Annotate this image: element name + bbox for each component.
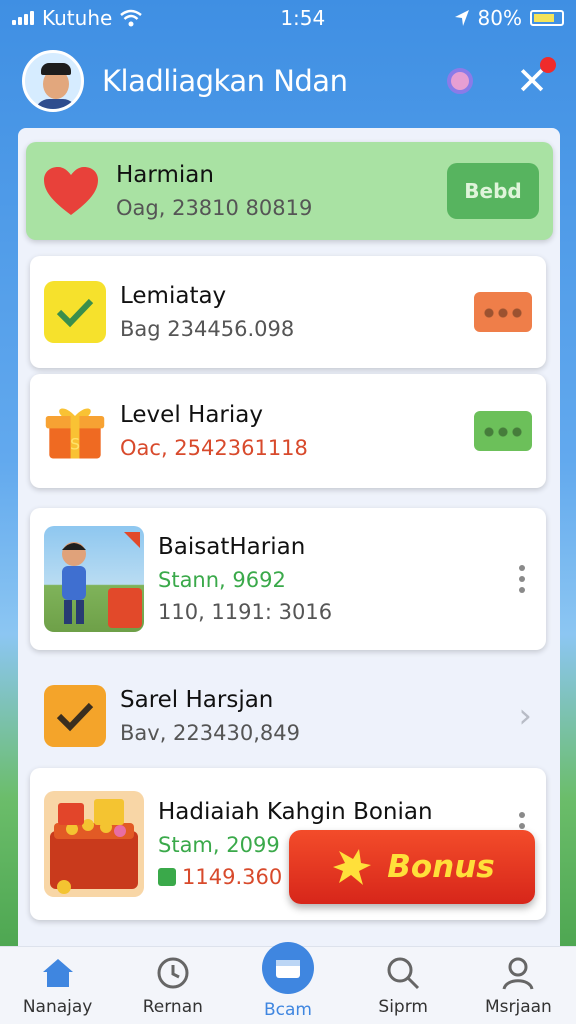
bonus-button[interactable]: Bonus bbox=[289, 830, 535, 904]
app-header: Kladliagkan Ndan ✕ bbox=[0, 36, 576, 126]
tab-label: Bcam bbox=[264, 999, 312, 1020]
card-detail: 110, 1191: 3016 bbox=[158, 600, 333, 624]
ticket-icon bbox=[474, 411, 532, 451]
treasure-chest-thumbnail bbox=[44, 791, 144, 897]
tab-bcam[interactable]: Bcam bbox=[230, 941, 345, 1024]
svg-text:S: S bbox=[70, 435, 80, 454]
card-detail: 1149.360 bbox=[182, 865, 283, 889]
card-title: Sarel Harsjan bbox=[120, 687, 274, 713]
status-bar: Kutuhe 1:54 80% bbox=[0, 0, 576, 36]
character-thumbnail bbox=[44, 526, 144, 632]
card-subtitle: Stann, 9692 bbox=[158, 568, 286, 592]
more-options-icon[interactable] bbox=[512, 565, 532, 593]
tab-label: Msrjaan bbox=[484, 996, 552, 1017]
card-title: Hadiaiah Kahgin Bonian bbox=[158, 799, 433, 825]
checkbox-icon bbox=[44, 685, 106, 747]
profile-icon bbox=[500, 955, 536, 991]
green-check-icon bbox=[158, 868, 176, 886]
bottom-tab-bar: Nanajay Rernan Bcam Siprm Msrjaan bbox=[0, 941, 576, 1024]
tab-home[interactable]: Nanajay bbox=[0, 947, 115, 1024]
battery-percent: 80% bbox=[477, 6, 522, 30]
reward-card-lemiatay[interactable]: Lemiatay Bag 234456.098 bbox=[30, 256, 546, 368]
notification-dot bbox=[540, 57, 556, 73]
card-subtitle: Oag, 23810 80819 bbox=[116, 196, 313, 220]
card-subtitle: Oac, 2542361118 bbox=[120, 436, 308, 460]
tab-siprm[interactable]: Siprm bbox=[346, 947, 461, 1024]
signal-icon bbox=[12, 11, 34, 25]
home-icon bbox=[40, 955, 76, 991]
tab-label: Siprm bbox=[378, 996, 428, 1017]
card-title: Lemiatay bbox=[120, 283, 227, 309]
page-title: Kladliagkan Ndan bbox=[102, 64, 348, 98]
tab-label: Rernan bbox=[142, 996, 203, 1017]
wifi-icon bbox=[120, 9, 143, 27]
close-button[interactable]: ✕ bbox=[510, 57, 556, 103]
card-title: BaisatHarian bbox=[158, 534, 306, 560]
rewards-panel: Harmian Oag, 23810 80819 Bebd Lemiatay B… bbox=[18, 128, 560, 948]
starburst-icon bbox=[333, 849, 372, 885]
reward-card-baisat-harian[interactable]: BaisatHarian Stann, 9692 110, 1191: 3016 bbox=[30, 508, 546, 650]
gift-box-icon: S bbox=[44, 400, 106, 462]
reward-card-harmian[interactable]: Harmian Oag, 23810 80819 Bebd bbox=[26, 142, 553, 240]
card-subtitle: Bav, 223430,849 bbox=[120, 721, 300, 745]
checkbox-icon bbox=[44, 281, 106, 343]
tab-rernan[interactable]: Rernan bbox=[115, 947, 230, 1024]
battery-icon bbox=[530, 10, 564, 26]
heart-icon bbox=[40, 160, 102, 222]
claim-button[interactable]: Bebd bbox=[447, 163, 539, 219]
clock-icon bbox=[155, 955, 191, 991]
card-title: Level Hariay bbox=[120, 402, 263, 428]
tab-msrjaan[interactable]: Msrjaan bbox=[461, 947, 576, 1024]
location-arrow-icon bbox=[454, 10, 469, 26]
wallet-icon bbox=[262, 941, 314, 994]
ticket-icon bbox=[474, 292, 532, 332]
clock-time: 1:54 bbox=[280, 6, 326, 30]
reward-card-sarel-harsjan[interactable]: Sarel Harsjan Bav, 223430,849 › bbox=[30, 660, 546, 772]
location-pin-icon[interactable] bbox=[438, 59, 482, 103]
carrier-name: Kutuhe bbox=[42, 6, 113, 30]
reward-card-level-hariay[interactable]: S Level Hariay Oac, 2542361118 bbox=[30, 374, 546, 488]
avatar[interactable] bbox=[22, 50, 84, 112]
card-title: Harmian bbox=[116, 162, 214, 188]
tab-label: Nanajay bbox=[22, 996, 93, 1017]
search-icon bbox=[385, 955, 421, 991]
bonus-label: Bonus bbox=[387, 849, 495, 885]
chevron-right-icon[interactable]: › bbox=[518, 696, 532, 736]
card-subtitle: Bag 234456.098 bbox=[120, 317, 295, 341]
